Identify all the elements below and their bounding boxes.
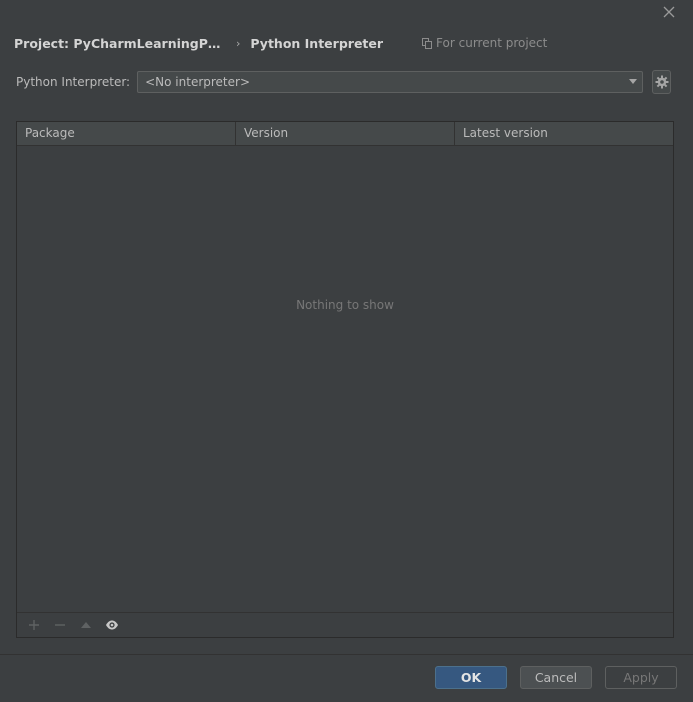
interpreter-selected-value: <No interpreter>	[145, 75, 251, 89]
gear-icon	[655, 75, 669, 89]
interpreter-dropdown[interactable]: <No interpreter>	[137, 71, 644, 93]
page-title: Python Interpreter	[250, 35, 384, 51]
apply-button[interactable]: Apply	[605, 666, 677, 689]
remove-icon	[55, 624, 65, 626]
ok-button[interactable]: OK	[435, 666, 507, 689]
scope-label: For current project	[436, 36, 548, 50]
interpreter-label: Python Interpreter:	[16, 75, 131, 89]
show-early-releases-button[interactable]	[101, 615, 123, 635]
add-icon	[29, 620, 39, 630]
chevron-down-icon	[629, 79, 638, 84]
copy-icon	[422, 37, 433, 49]
close-button[interactable]	[661, 4, 677, 20]
breadcrumb-project[interactable]: Project: PyCharmLearningProjec...	[14, 36, 226, 51]
add-package-button[interactable]	[23, 615, 45, 635]
dialog-footer: OK Cancel Apply	[422, 666, 677, 689]
scope-indicator: For current project	[422, 36, 547, 50]
interpreter-settings-button[interactable]	[652, 70, 671, 94]
column-header-version[interactable]: Version	[236, 122, 455, 145]
table-body[interactable]: Nothing to show	[17, 146, 673, 612]
interpreter-row: Python Interpreter: <No interpreter>	[16, 70, 671, 94]
eye-icon	[106, 620, 118, 630]
packages-table: Package Version Latest version Nothing t…	[16, 121, 674, 638]
remove-package-button[interactable]	[49, 615, 71, 635]
table-toolbar	[17, 612, 673, 637]
breadcrumb: Project: PyCharmLearningProjec... › Pyth…	[14, 33, 679, 53]
empty-state-text: Nothing to show	[296, 298, 394, 312]
footer-divider	[0, 654, 693, 655]
settings-dialog: Project: PyCharmLearningProjec... › Pyth…	[0, 0, 693, 702]
column-header-package[interactable]: Package	[17, 122, 236, 145]
cancel-button[interactable]: Cancel	[520, 666, 592, 689]
column-header-latest-version[interactable]: Latest version	[455, 122, 673, 145]
upgrade-package-button[interactable]	[75, 615, 97, 635]
upgrade-icon	[81, 622, 91, 628]
table-header: Package Version Latest version	[17, 122, 673, 146]
close-icon	[663, 6, 675, 18]
breadcrumb-separator: ›	[236, 36, 241, 50]
